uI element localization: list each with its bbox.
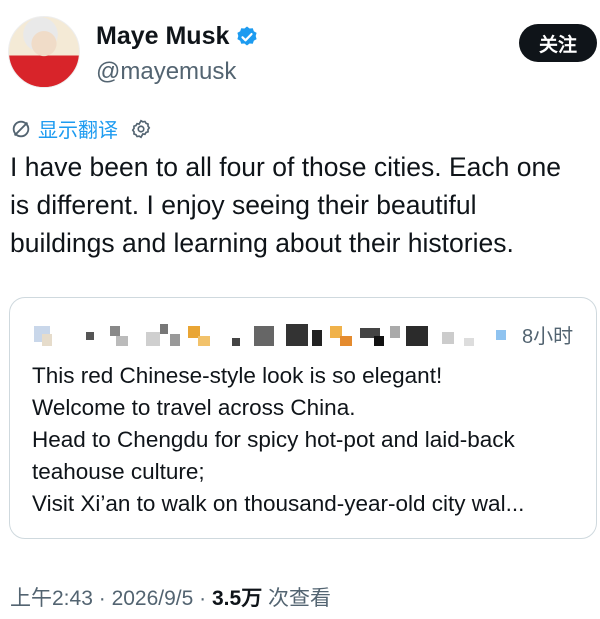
meta-separator: · (199, 587, 207, 610)
tweet-text-line: is different. I enjoy seeing their beaut… (10, 190, 477, 220)
tweet-meta: 上午2:43 · 2026/9/5 · 3.5万 次查看 (10, 582, 331, 612)
tweet-text-line: I have been to all four of those cities.… (10, 152, 561, 182)
tweet-text-line: buildings and learning about their histo… (10, 228, 514, 258)
show-translation-link[interactable]: 显示翻译 (38, 114, 118, 143)
tweet-text: I have been to all four of those cities.… (10, 148, 595, 262)
follow-button[interactable]: 关注 (519, 24, 597, 62)
tweet-date[interactable]: 2026/9/5 (112, 587, 194, 610)
quoted-tweet-card[interactable]: 8小时 This red Chinese-style look is so el… (9, 297, 597, 539)
quoted-tweet-text: This red Chinese-style look is so elegan… (32, 360, 592, 520)
quoted-text-line: This red Chinese-style look is so elegan… (32, 363, 443, 388)
views-count: 3.5万 (212, 587, 263, 610)
author-handle[interactable]: @mayemusk (96, 58, 236, 86)
gear-icon[interactable] (130, 118, 152, 140)
avatar[interactable] (8, 16, 80, 88)
quoted-author-pixelated (34, 322, 506, 352)
author-display-name[interactable]: Maye Musk (96, 22, 229, 51)
tweet-time[interactable]: 上午2:43 (10, 587, 93, 610)
quoted-text-line: Visit Xi’an to walk on thousand-year-old… (32, 491, 525, 516)
quoted-tweet-time[interactable]: 8小时 (522, 320, 573, 349)
meta-separator: · (98, 587, 106, 610)
translate-row: 显示翻译 (10, 114, 152, 143)
translate-icon (12, 120, 30, 137)
quoted-text-line: teahouse culture; (32, 459, 205, 484)
views-label: 次查看 (268, 587, 332, 610)
author-name-row: Maye Musk (96, 22, 259, 51)
quoted-text-line: Head to Chengdu for spicy hot-pot and la… (32, 427, 515, 452)
verified-badge-icon (237, 26, 257, 45)
quoted-text-line: Welcome to travel across China. (32, 395, 356, 420)
